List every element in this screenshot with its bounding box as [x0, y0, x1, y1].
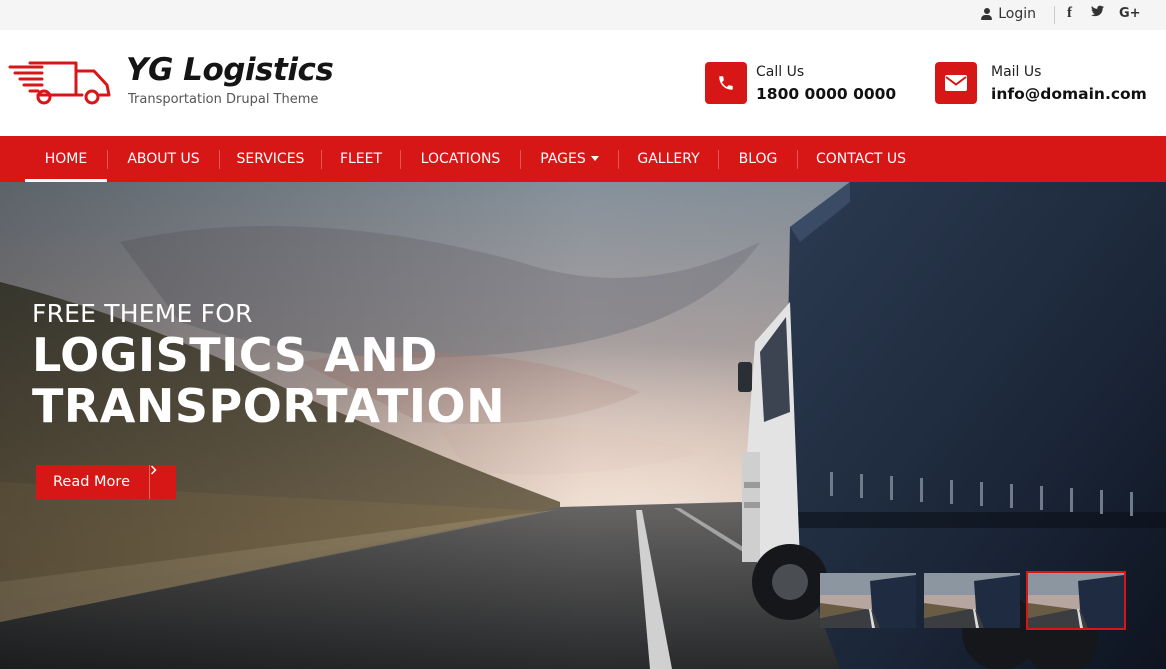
topbar: Login f G+	[0, 0, 1166, 30]
phone-icon	[705, 62, 747, 104]
nav-item-home[interactable]: HOME	[25, 136, 107, 182]
chevron-right-icon	[149, 465, 176, 499]
nav-item-services[interactable]: SERVICES	[220, 136, 321, 182]
mail-label: Mail Us	[991, 64, 1042, 80]
nav-item-about-us[interactable]: ABOUT US	[108, 136, 219, 182]
nav-item-blog[interactable]: BLOG	[719, 136, 797, 182]
caret-down-icon	[590, 155, 599, 161]
login-label: Login	[998, 6, 1036, 22]
login-link[interactable]: Login	[981, 6, 1036, 22]
brand-name[interactable]: YG Logistics	[126, 52, 334, 88]
twitter-icon[interactable]	[1091, 5, 1104, 21]
truck-logo-icon[interactable]	[8, 55, 114, 111]
nav-item-locations[interactable]: LOCATIONS	[401, 136, 520, 182]
slide-thumbnail[interactable]	[922, 571, 1022, 630]
nav-item-pages[interactable]: PAGES	[521, 136, 618, 182]
nav-item-fleet[interactable]: FLEET	[322, 136, 400, 182]
read-more-button[interactable]: Read More	[36, 465, 176, 499]
slide-thumbnail[interactable]	[818, 571, 918, 630]
topbar-divider	[1054, 6, 1055, 24]
site-header: YG Logistics Transportation Drupal Theme…	[0, 30, 1166, 136]
facebook-icon[interactable]: f	[1067, 5, 1072, 22]
hero-headline: LOGISTICS AND TRANSPORTATION	[32, 330, 505, 432]
hero-slider: FREE THEME FOR LOGISTICS AND TRANSPORTAT…	[0, 182, 1166, 669]
envelope-icon	[935, 62, 977, 104]
user-icon	[981, 8, 993, 20]
mail-address[interactable]: info@domain.com	[991, 85, 1147, 103]
nav-item-contact-us[interactable]: CONTACT US	[798, 136, 924, 182]
googleplus-icon[interactable]: G+	[1119, 6, 1141, 21]
nav-item-pages-label: PAGES	[540, 151, 586, 167]
read-more-label: Read More	[53, 474, 130, 490]
slide-thumbnail-active[interactable]	[1026, 571, 1126, 630]
call-number[interactable]: 1800 0000 0000	[756, 85, 896, 103]
nav-item-gallery[interactable]: GALLERY	[619, 136, 718, 182]
main-nav: HOME ABOUT US SERVICES FLEET LOCATIONS P…	[0, 136, 1166, 182]
call-label: Call Us	[756, 64, 805, 80]
hero-headline-line-1: LOGISTICS AND	[32, 328, 438, 382]
hero-kicker: FREE THEME FOR	[32, 299, 253, 328]
hero-headline-line-2: TRANSPORTATION	[32, 379, 506, 433]
brand-tagline: Transportation Drupal Theme	[128, 92, 319, 107]
